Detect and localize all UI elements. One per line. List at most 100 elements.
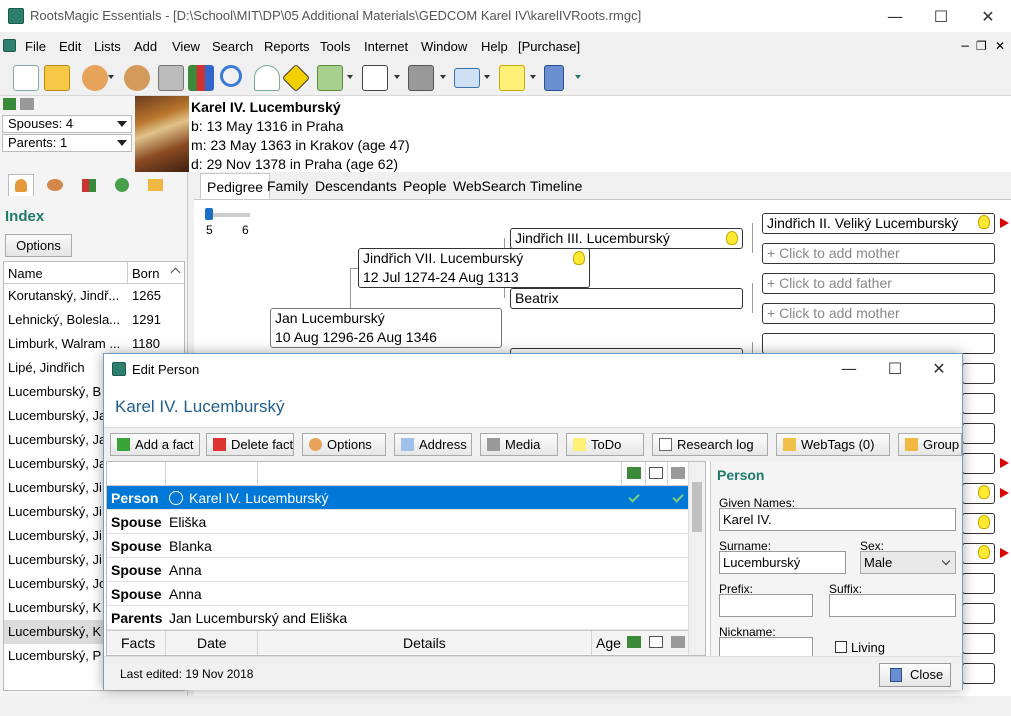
prefix-input[interactable]	[719, 594, 813, 617]
suffix-input[interactable]	[829, 594, 956, 617]
webtags-button[interactable]: WebTags (0)	[776, 433, 890, 456]
media-icon[interactable]	[408, 65, 434, 91]
mdi-restore-button[interactable]: ❐	[976, 39, 987, 53]
delete-fact-button[interactable]: Delete fact	[206, 433, 294, 456]
dialog-close-x-button[interactable]: ✕	[916, 354, 962, 382]
media-dropdown-icon[interactable]	[440, 75, 446, 79]
tab-index[interactable]	[8, 174, 34, 196]
grandfather-box[interactable]: Jindřich VII. Lucemburský 12 Jul 1274-24…	[358, 248, 590, 288]
index-row[interactable]: Korutanský, Jindř... 1265	[4, 284, 184, 308]
add-father-box[interactable]: + Click to add father	[762, 273, 995, 294]
hint-bulb-icon[interactable]	[726, 231, 738, 245]
scroll-thumb[interactable]	[692, 482, 702, 532]
todo-dropdown-icon[interactable]	[530, 75, 536, 79]
address-icon[interactable]	[454, 68, 480, 88]
tab-timeline[interactable]: Timeline	[524, 173, 588, 199]
sex-select[interactable]: Male	[860, 551, 956, 574]
col-facts-header[interactable]: Facts	[121, 635, 155, 651]
fact-row-parents[interactable]: Parents Jan Lucemburský and Eliška	[107, 606, 705, 630]
mdi-app-icon[interactable]	[3, 39, 16, 52]
books-icon[interactable]	[188, 65, 214, 91]
col-born-header[interactable]: Born	[132, 266, 159, 281]
fact-row-spouse[interactable]: Spouse Eliška	[107, 510, 705, 534]
menu-purchase[interactable]: [Purchase]	[518, 39, 580, 54]
ancestor-box-edge[interactable]	[962, 453, 995, 474]
maximize-button[interactable]: ☐	[918, 0, 964, 32]
tab-people[interactable]: People	[397, 173, 453, 199]
fact-row-spouse[interactable]: Spouse Anna	[107, 582, 705, 606]
index-options-button[interactable]: Options	[5, 234, 72, 257]
facts-scrollbar[interactable]	[688, 462, 705, 655]
mdi-minimize-button[interactable]: −	[960, 39, 970, 53]
tab-descendants[interactable]: Descendants	[309, 173, 403, 199]
close-button[interactable]: Close	[879, 663, 951, 687]
menu-search[interactable]: Search	[212, 39, 253, 54]
father-box[interactable]: Jan Lucemburský 10 Aug 1296-26 Aug 1346	[270, 308, 502, 348]
spouses-select[interactable]: Spouses: 4	[2, 115, 132, 133]
mdi-close-button[interactable]: ✕	[995, 39, 1005, 53]
todo-icon[interactable]	[499, 65, 525, 91]
navigate-icon[interactable]	[281, 63, 311, 93]
tab-families[interactable]	[42, 174, 68, 196]
living-checkbox[interactable]	[835, 641, 847, 653]
tab-groups[interactable]	[142, 174, 168, 196]
surname-input[interactable]: Lucemburský	[719, 551, 846, 574]
add-mother-box-2[interactable]: + Click to add mother	[762, 303, 995, 324]
menu-help[interactable]: Help	[481, 39, 508, 54]
person-photo[interactable]	[135, 96, 189, 172]
col-age-header[interactable]: Age	[596, 635, 621, 651]
great-grandmother-box[interactable]: Beatrix	[510, 288, 743, 309]
col-date-header[interactable]: Date	[197, 635, 227, 651]
ancestor-box-edge[interactable]	[962, 363, 995, 384]
dialog-minimize-button[interactable]: —	[826, 354, 872, 382]
given-names-input[interactable]: Karel IV.	[719, 508, 956, 531]
ancestor-box-edge[interactable]	[962, 573, 995, 594]
index-row[interactable]: Lehnický, Bolesla... 1291	[4, 308, 184, 332]
close-window-button[interactable]: ✕	[965, 0, 1011, 32]
source-icon[interactable]	[317, 65, 343, 91]
media-button[interactable]: Media	[480, 433, 558, 456]
expand-arrow-icon[interactable]	[1000, 548, 1009, 558]
more-tools-icon[interactable]	[575, 75, 581, 79]
menu-edit[interactable]: Edit	[59, 39, 81, 54]
scroll-up-icon[interactable]	[170, 267, 181, 278]
generations-slider-thumb[interactable]	[205, 208, 213, 220]
dialog-maximize-button[interactable]: ☐	[872, 354, 918, 382]
ancestor-box-edge[interactable]	[962, 393, 995, 414]
menu-window[interactable]: Window	[421, 39, 467, 54]
tab-websearch[interactable]: WebSearch	[447, 173, 532, 199]
exit-icon[interactable]	[544, 65, 564, 91]
new-file-icon[interactable]	[13, 65, 39, 91]
add-person-dropdown-icon[interactable]	[108, 75, 114, 79]
add-person-icon[interactable]	[82, 65, 108, 91]
certificate-icon[interactable]	[362, 65, 388, 91]
menu-add[interactable]: Add	[134, 39, 157, 54]
tab-pedigree[interactable]: Pedigree	[200, 173, 271, 199]
print-icon[interactable]	[158, 65, 184, 91]
hint-bulb-icon[interactable]	[978, 485, 990, 499]
nickname-input[interactable]	[719, 637, 813, 656]
ancestor-box-edge[interactable]	[962, 603, 995, 624]
tab-bookmarks[interactable]	[76, 174, 102, 196]
menu-reports[interactable]: Reports	[264, 39, 310, 54]
fact-row-person[interactable]: Person Karel IV. Lucemburský	[107, 486, 705, 510]
options-button[interactable]: Options	[302, 433, 386, 456]
expand-arrow-icon[interactable]	[1000, 458, 1009, 468]
add-fact-button[interactable]: Add a fact	[110, 433, 200, 456]
col-details-header[interactable]: Details	[403, 635, 446, 651]
hint-bulb-icon[interactable]	[978, 215, 990, 229]
search-icon[interactable]	[220, 65, 242, 87]
open-folder-icon[interactable]	[44, 65, 70, 91]
group-button[interactable]: Group	[898, 433, 962, 456]
edit-person-icon[interactable]	[124, 65, 150, 91]
camera-icon[interactable]	[20, 98, 34, 110]
ancestor-box-edge[interactable]	[962, 423, 995, 444]
expand-arrow-icon[interactable]	[1000, 218, 1009, 228]
parents-select[interactable]: Parents: 1	[2, 134, 132, 152]
col-name-header[interactable]: Name	[8, 266, 43, 281]
tab-history[interactable]	[109, 174, 135, 196]
expand-arrow-icon[interactable]	[1000, 488, 1009, 498]
hint-bulb-icon[interactable]	[978, 545, 990, 559]
ancestor-box-empty[interactable]	[762, 333, 995, 354]
menu-lists[interactable]: Lists	[94, 39, 121, 54]
